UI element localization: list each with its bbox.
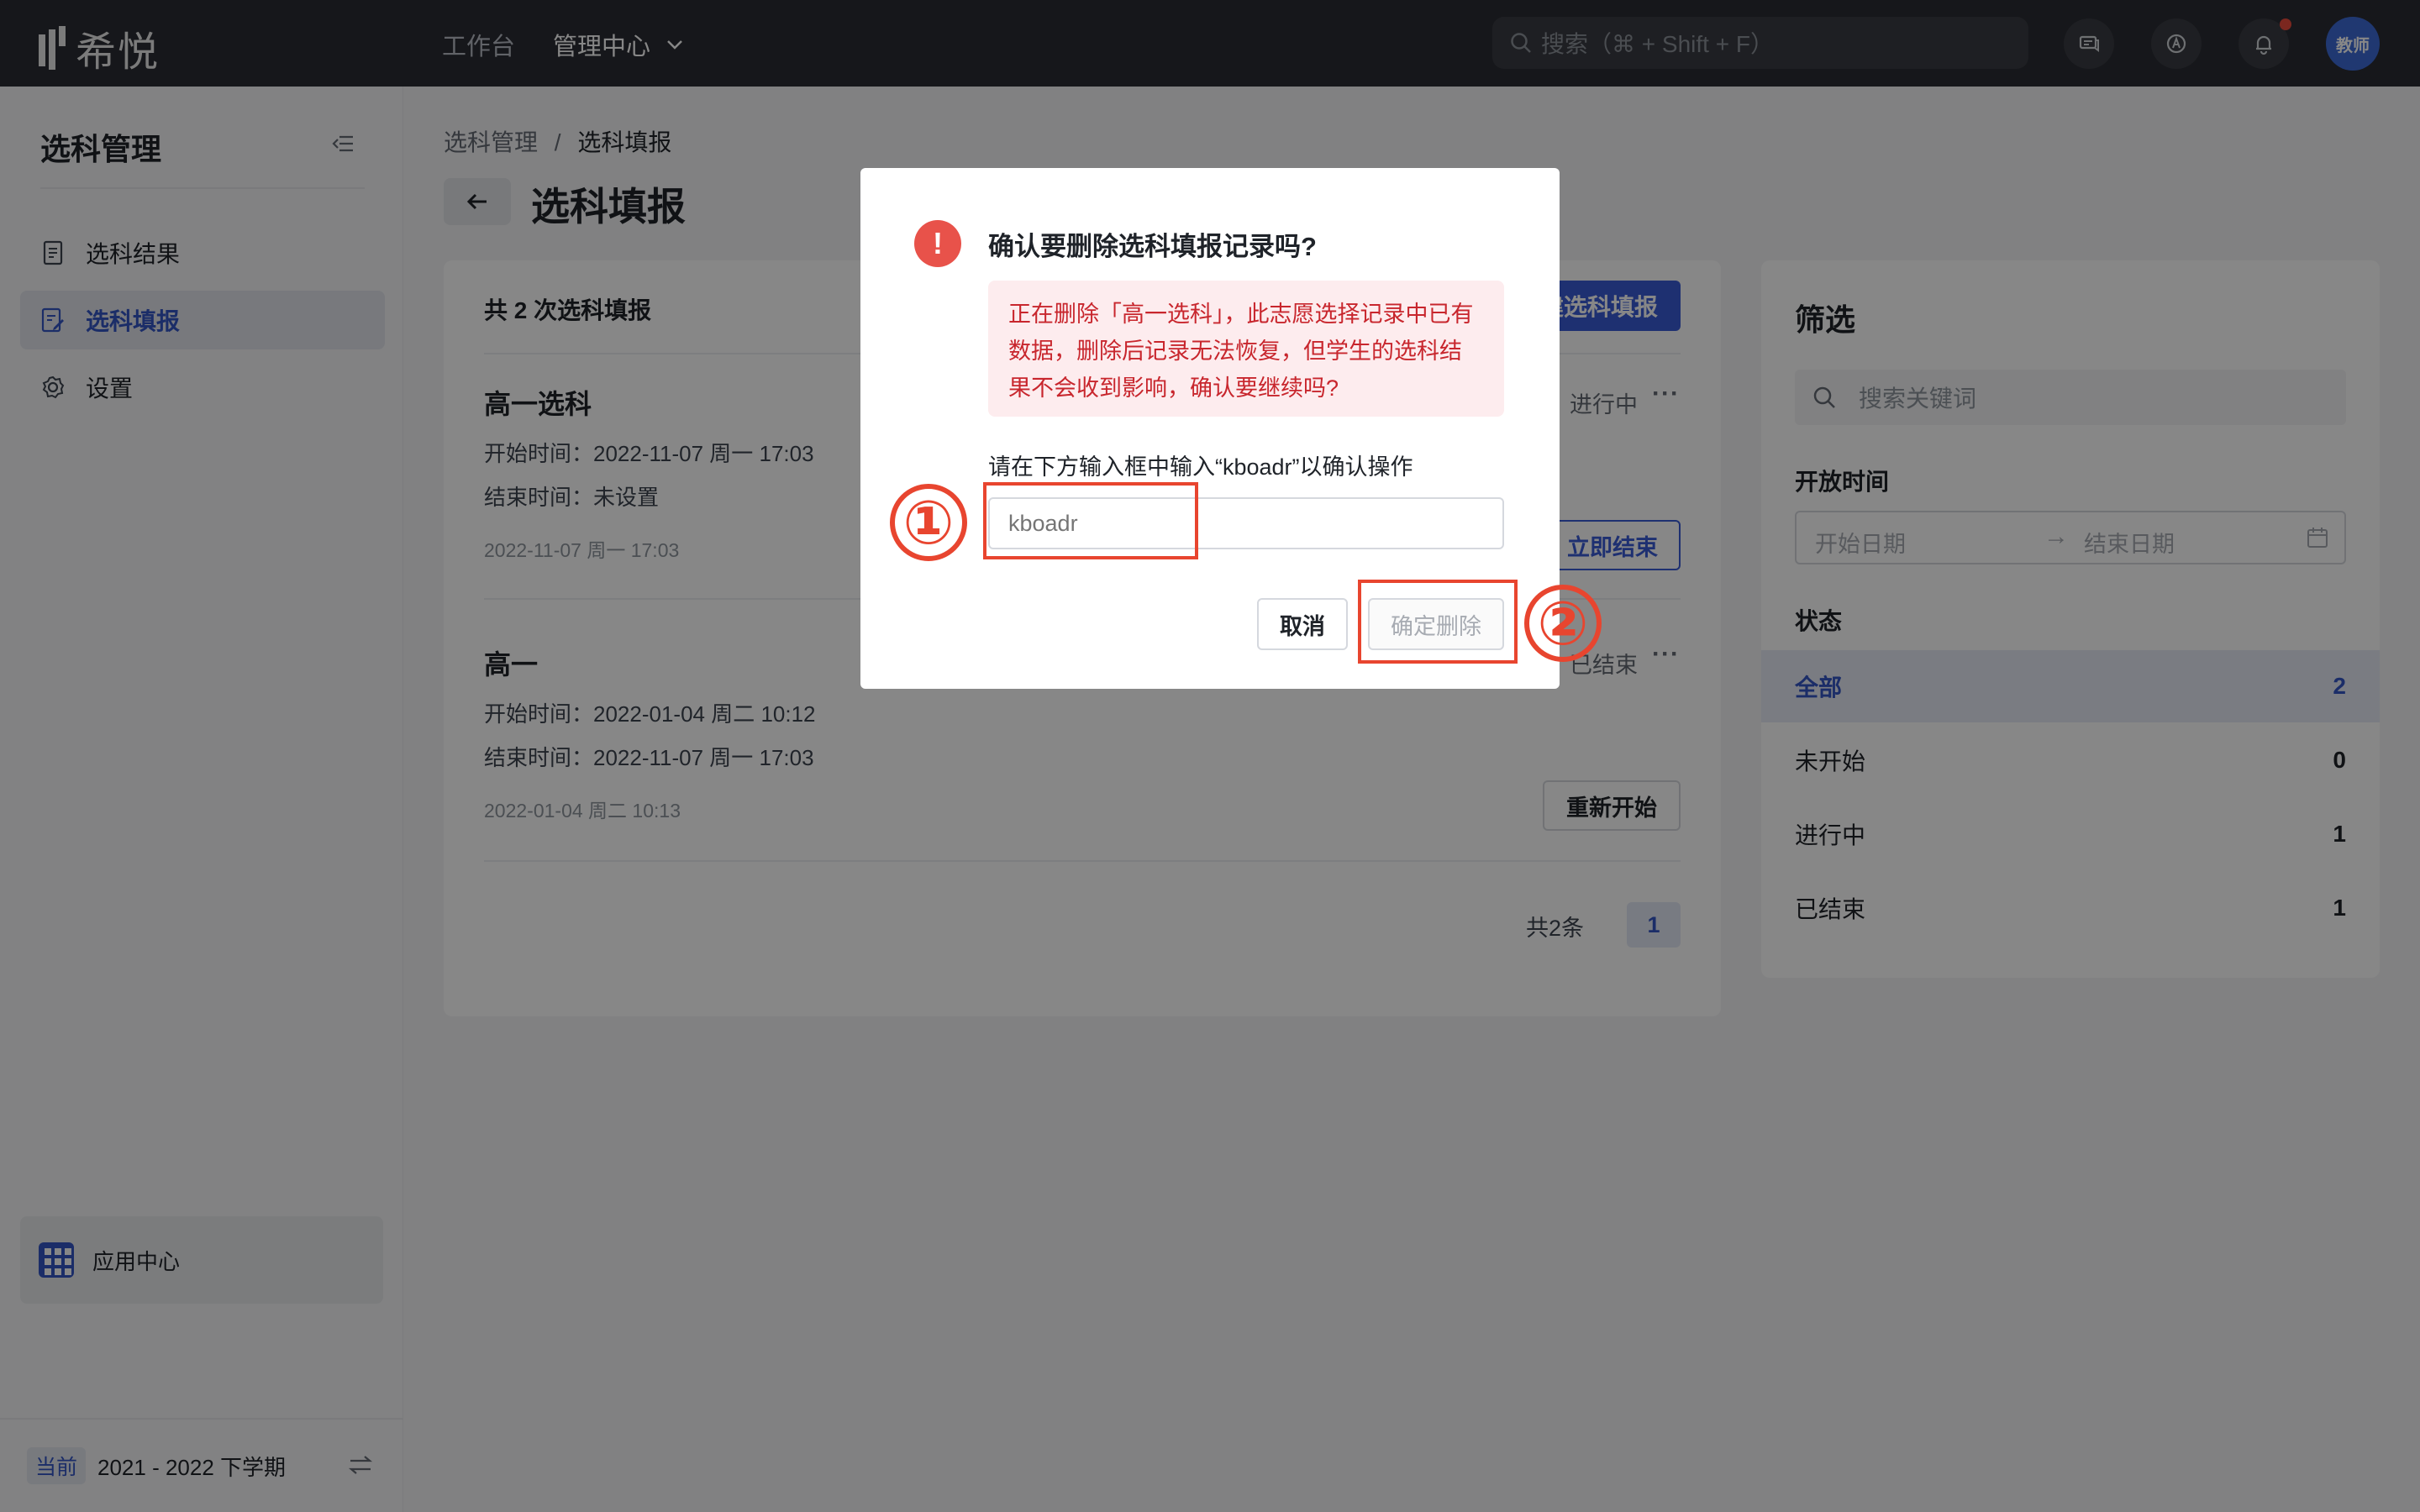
warning-message: 正在删除「高一选科」，此志愿选择记录中已有数据，删除后记录无法恢复，但学生的选科… — [988, 281, 1504, 417]
warning-icon: ! — [914, 220, 961, 267]
confirm-hint: 请在下方输入框中输入“kboadr”以确认操作 — [988, 454, 1413, 480]
annotation-box-confirm — [1358, 580, 1518, 664]
cancel-button[interactable]: 取消 — [1257, 598, 1348, 650]
dialog-title: 确认要删除选科填报记录吗? — [988, 232, 1317, 261]
annotation-box-input — [983, 482, 1198, 559]
annotation-number-2: ② — [1524, 585, 1602, 662]
annotation-number-1: ① — [890, 484, 967, 561]
